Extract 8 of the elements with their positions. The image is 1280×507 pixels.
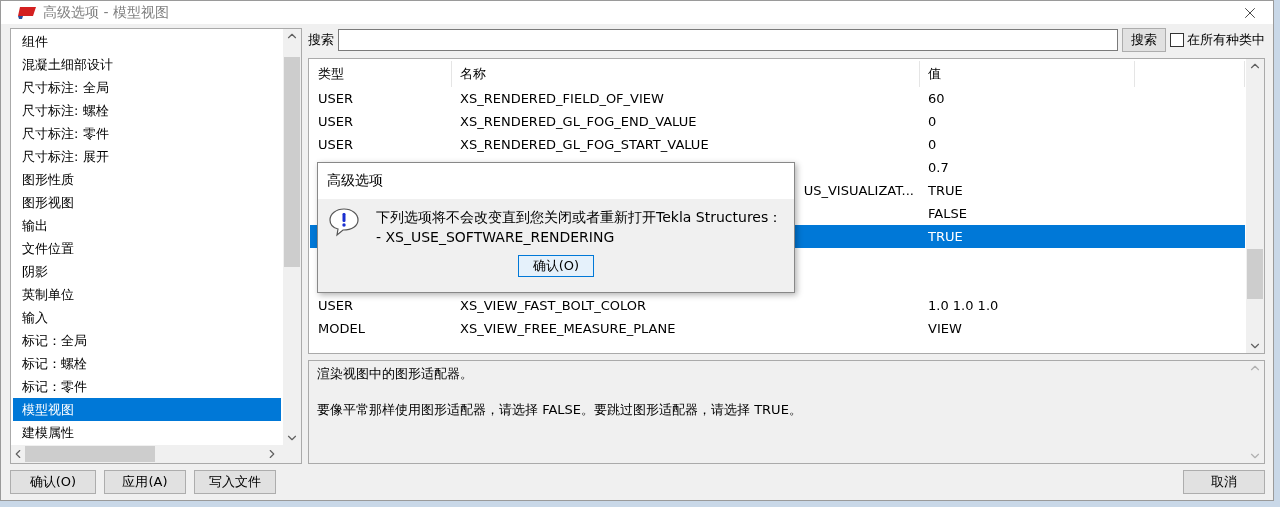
window-title: 高级选项 - 模型视图 bbox=[43, 3, 170, 22]
checkbox-label: 在所有种类中 bbox=[1187, 31, 1265, 49]
dialog-option-name: - XS_USE_SOFTWARE_RENDERING bbox=[376, 228, 616, 247]
description-text: 渲染视图中的图形适配器。 bbox=[317, 365, 474, 383]
dialog-message: 下列选项将不会改变直到您关闭或者重新打开Tekla Structures： bbox=[376, 208, 783, 227]
dialog-title: 高级选项 bbox=[327, 172, 383, 190]
description-text: 要像平常那样使用图形适配器，请选择 FALSE。要跳过图形适配器，请选择 TRUE。 bbox=[317, 401, 803, 419]
search-label: 搜索 bbox=[308, 31, 334, 49]
